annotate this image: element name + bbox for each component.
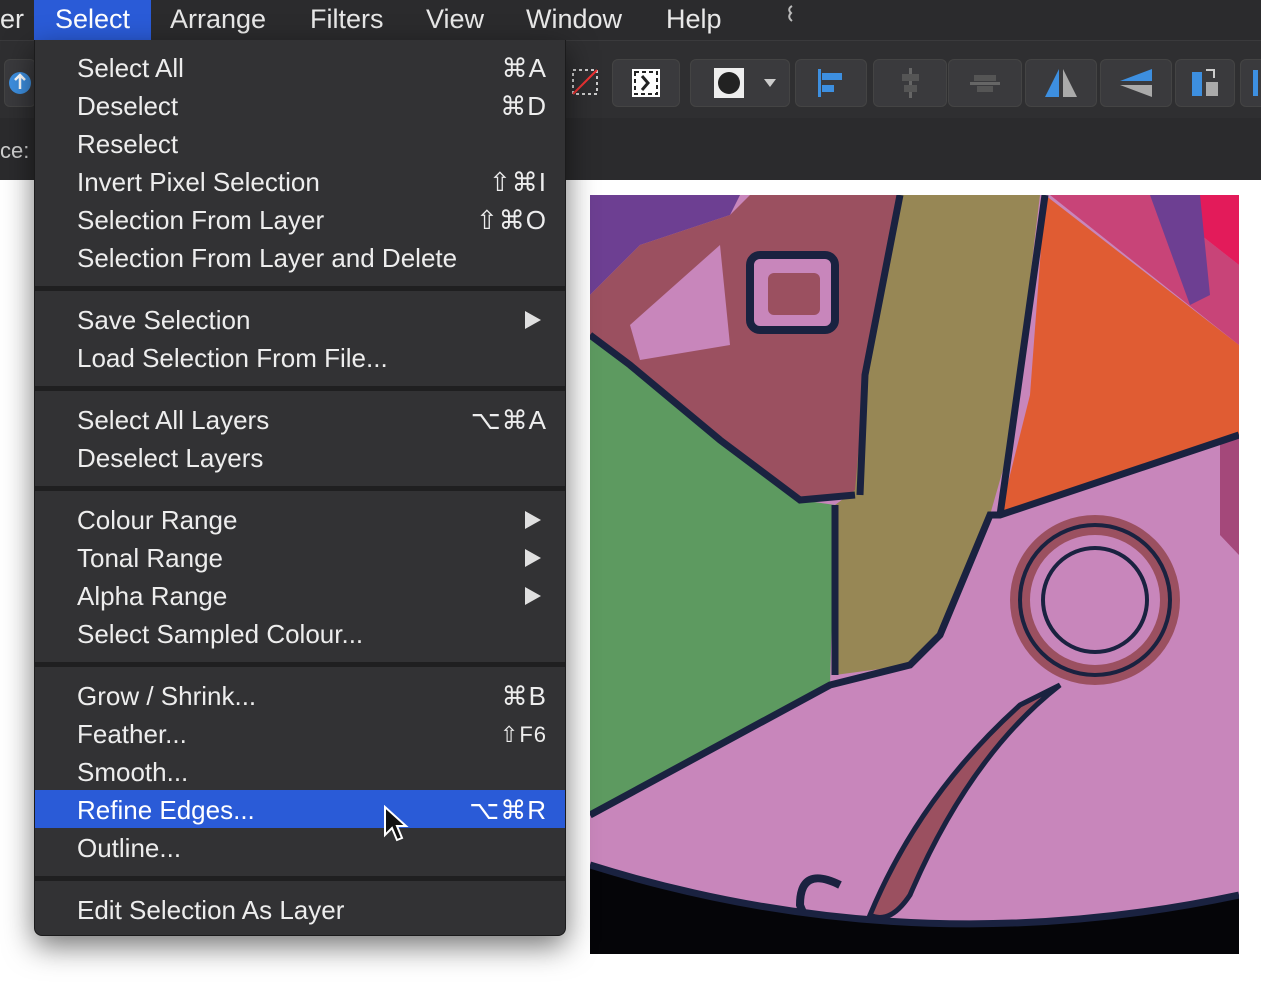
menu-item-shortcut: ⌥⌘R <box>469 795 547 825</box>
menu-help[interactable]: Help <box>666 0 722 40</box>
menu-item-label: Tonal Range <box>77 543 223 573</box>
menu-item-label: Deselect <box>77 91 179 121</box>
menu-item-grow-shrink[interactable]: Grow / Shrink... ⌘B <box>35 676 565 714</box>
menu-window[interactable]: Window <box>526 0 622 40</box>
flip-horizontal-button[interactable] <box>1025 59 1097 107</box>
persona-icon <box>9 72 31 94</box>
menu-item-label: Save Selection <box>77 305 251 335</box>
menu-item-shortcut: ⌘A <box>501 53 547 83</box>
no-selection-button[interactable] <box>565 59 605 105</box>
menu-item-label: Invert Pixel Selection <box>77 167 320 197</box>
align-middle-button[interactable] <box>948 59 1022 107</box>
menu-item-edit-selection-as-layer[interactable]: Edit Selection As Layer <box>35 890 565 928</box>
submenu-arrow-icon <box>525 587 541 605</box>
menu-item-select-all-layers[interactable]: Select All Layers ⌥⌘A <box>35 400 565 438</box>
menu-item-smooth[interactable]: Smooth... <box>35 752 565 790</box>
menu-item-tonal-range[interactable]: Tonal Range <box>35 538 565 576</box>
menu-separator <box>35 286 565 291</box>
document-canvas[interactable] <box>590 195 1239 954</box>
rotate-icon <box>1192 69 1218 96</box>
menu-item-label: Reselect <box>77 129 179 159</box>
menu-item-load-selection-from-file[interactable]: Load Selection From File... <box>35 338 565 376</box>
menu-item-save-selection[interactable]: Save Selection <box>35 300 565 338</box>
menu-separator <box>35 486 565 491</box>
menu-filters[interactable]: Filters <box>310 0 384 40</box>
menu-item-refine-edges[interactable]: Refine Edges... ⌥⌘R <box>35 790 565 828</box>
align-left-icon <box>818 69 842 97</box>
menu-item-feather[interactable]: Feather... ⇧F6 <box>35 714 565 752</box>
menu-item-label: Selection From Layer and Delete <box>77 243 458 273</box>
flip-vertical-button[interactable] <box>1100 59 1172 107</box>
menu-item-shortcut: ⌥⌘A <box>470 405 547 435</box>
menu-item-label: Grow / Shrink... <box>77 681 257 711</box>
menu-item-label: Select All <box>77 53 184 83</box>
flip-horizontal-icon <box>1045 69 1077 97</box>
menu-item-deselect-layers[interactable]: Deselect Layers <box>35 438 565 476</box>
align-center-icon <box>902 68 919 98</box>
submenu-arrow-icon <box>525 311 541 329</box>
menu-item-shortcut: ⌘B <box>501 681 547 711</box>
mouse-pointer-icon <box>383 804 409 848</box>
align-left-button[interactable] <box>795 59 867 107</box>
menu-item-label: Alpha Range <box>77 581 228 611</box>
submenu-arrow-icon <box>525 511 541 529</box>
menu-separator <box>35 876 565 881</box>
menu-item-outline[interactable]: Outline... <box>35 828 565 866</box>
menu-item-label: Refine Edges... <box>77 795 255 825</box>
context-label: ce: <box>0 138 30 163</box>
menu-arrange[interactable]: Arrange <box>170 0 266 40</box>
selection-mode-button[interactable] <box>690 59 790 107</box>
toolbar-edge-icon <box>1253 70 1258 96</box>
menu-item-label: Feather... <box>77 719 187 749</box>
menu-item-selection-from-layer-and-delete[interactable]: Selection From Layer and Delete <box>35 238 565 276</box>
menu-item-shortcut: ⇧⌘I <box>488 167 547 197</box>
menu-item-label: Deselect Layers <box>77 443 264 473</box>
menu-view[interactable]: View <box>426 0 484 40</box>
menu-item-label: Colour Range <box>77 505 238 535</box>
circle-shape-icon <box>714 68 776 98</box>
menu-item-shortcut: ⇧⌘O <box>475 205 547 235</box>
menu-item-label: Smooth... <box>77 757 189 787</box>
menu-select[interactable]: Select <box>34 0 151 40</box>
toolbar-more-button[interactable] <box>1240 59 1261 107</box>
artwork-image <box>590 195 1239 954</box>
menu-item-label: Selection From Layer <box>77 205 325 235</box>
menu-separator <box>35 386 565 391</box>
menu-item-label: Outline... <box>77 833 182 863</box>
submenu-arrow-icon <box>525 549 541 567</box>
menu-item-selection-from-layer[interactable]: Selection From Layer ⇧⌘O <box>35 200 565 238</box>
no-selection-icon <box>572 69 598 95</box>
menu-item-label: Select All Layers <box>77 405 270 435</box>
menu-item-deselect[interactable]: Deselect ⌘D <box>35 86 565 124</box>
transform-icon <box>632 69 660 97</box>
align-center-button[interactable] <box>873 59 947 107</box>
menu-item-label: Load Selection From File... <box>77 343 388 373</box>
menu-bar: er Select Arrange Filters View Window He… <box>0 0 1261 40</box>
menu-item-invert-pixel-selection[interactable]: Invert Pixel Selection ⇧⌘I <box>35 162 565 200</box>
status-menu-icon[interactable] <box>785 0 795 40</box>
select-menu-dropdown: Select All ⌘A Deselect ⌘D Reselect Inver… <box>34 40 566 936</box>
transform-selection-button[interactable] <box>612 59 680 107</box>
menu-item-colour-range[interactable]: Colour Range <box>35 500 565 538</box>
menu-item-alpha-range[interactable]: Alpha Range <box>35 576 565 614</box>
flip-vertical-icon <box>1120 69 1152 97</box>
rotate-button[interactable] <box>1175 59 1235 107</box>
menu-item-label: Edit Selection As Layer <box>77 895 345 925</box>
menu-item-truncated[interactable]: er <box>0 0 30 40</box>
menu-item-select-sampled-colour[interactable]: Select Sampled Colour... <box>35 614 565 652</box>
persona-button[interactable] <box>4 59 36 107</box>
menu-item-label: Select Sampled Colour... <box>77 619 364 649</box>
menu-item-select-all[interactable]: Select All ⌘A <box>35 48 565 86</box>
menu-item-reselect[interactable]: Reselect <box>35 124 565 162</box>
menu-item-shortcut: ⌘D <box>500 91 547 121</box>
menu-item-shortcut: ⇧F6 <box>499 722 547 747</box>
align-middle-icon <box>970 75 1000 92</box>
menu-separator <box>35 662 565 667</box>
